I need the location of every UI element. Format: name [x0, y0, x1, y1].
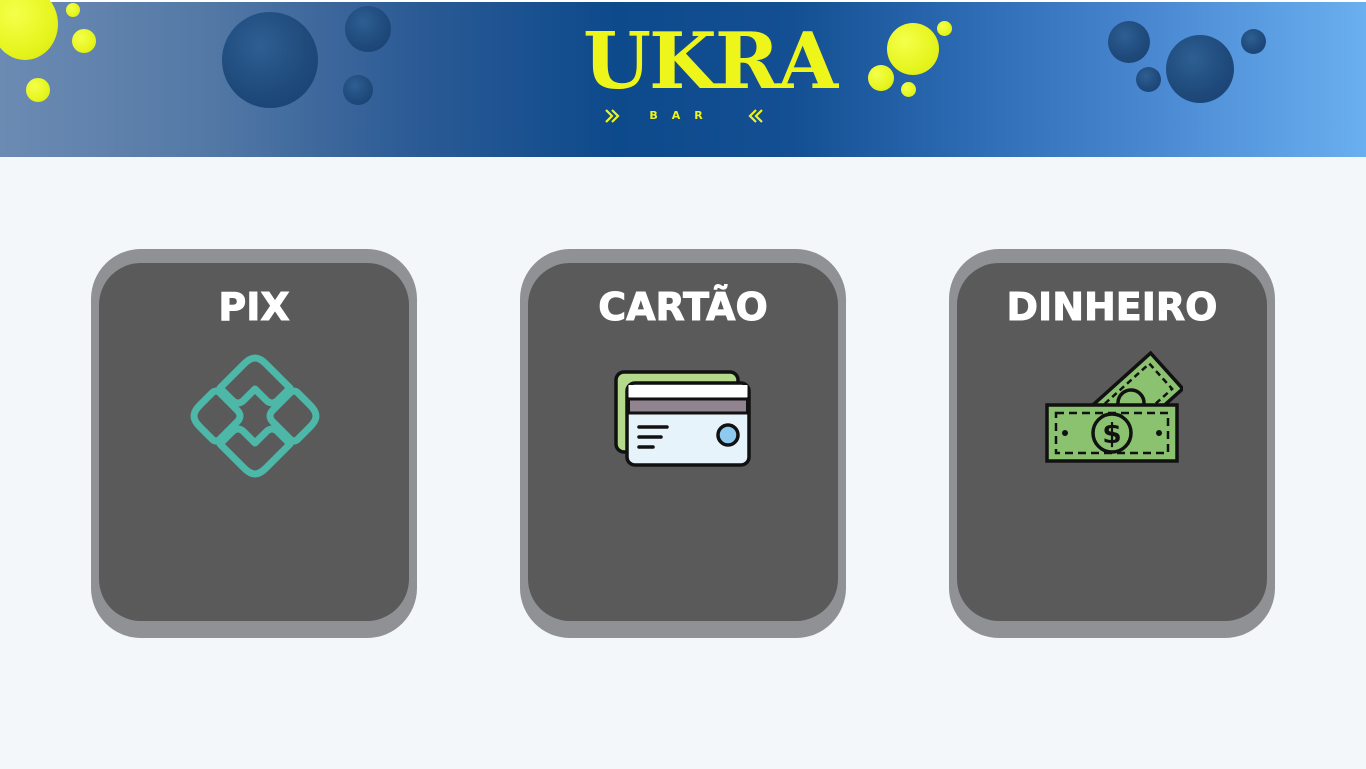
payment-option-dinheiro[interactable]: DINHEIRO $	[949, 249, 1275, 638]
card-title: PIX	[218, 285, 290, 330]
blue-bubble	[222, 12, 318, 108]
card-title: DINHEIRO	[1006, 285, 1218, 330]
cash-icon: $	[1045, 350, 1183, 463]
blue-bubble	[1136, 67, 1161, 92]
card-body: DINHEIRO $	[957, 263, 1267, 621]
blue-bubble	[1166, 35, 1234, 103]
yellow-bubble	[26, 78, 50, 102]
yellow-bubble	[0, 0, 58, 60]
card-title: CARTÃO	[598, 285, 769, 330]
blue-bubble	[343, 75, 373, 105]
blue-bubble	[1108, 21, 1150, 63]
header-banner: UKRA BAR	[0, 0, 1366, 157]
yellow-bubble	[887, 23, 939, 75]
card-body: PIX	[99, 263, 409, 621]
payment-option-cartao[interactable]: CARTÃO	[520, 249, 846, 638]
yellow-bubble	[937, 21, 952, 36]
pix-icon	[190, 354, 320, 478]
blue-bubble	[1241, 29, 1266, 54]
yellow-bubble	[868, 65, 894, 91]
svg-text:$: $	[1102, 417, 1121, 450]
logo-arrow-right-icon	[748, 109, 763, 123]
yellow-bubble	[72, 29, 96, 53]
credit-card-icon	[614, 370, 751, 467]
logo-text: UKRA	[583, 16, 838, 107]
yellow-bubble	[901, 82, 916, 97]
header-top-line	[0, 0, 1366, 2]
ukra-bar-logo: UKRA BAR	[583, 16, 838, 130]
payment-option-pix[interactable]: PIX	[91, 249, 417, 638]
blue-bubble	[345, 6, 391, 52]
card-body: CARTÃO	[528, 263, 838, 621]
yellow-bubble	[66, 3, 80, 17]
